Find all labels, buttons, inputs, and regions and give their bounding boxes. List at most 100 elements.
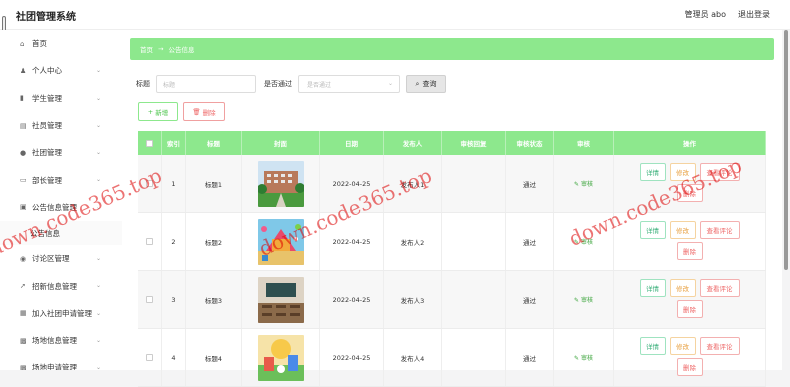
review-link[interactable]: ✎ 审核 — [574, 237, 593, 246]
header-title: 标题 — [186, 131, 242, 155]
ops-line: 删除 — [676, 241, 703, 260]
header-index: 索引 — [162, 131, 186, 155]
sidebar-subitem[interactable]: 公告信息 — [0, 221, 122, 246]
review-link[interactable]: ✎ 审核 — [574, 295, 593, 304]
home-icon: ⌂ — [20, 39, 25, 48]
edit-button[interactable]: 修改 — [669, 162, 696, 181]
pencil-icon: ✎ — [574, 239, 580, 246]
batch-delete-button[interactable]: 🗑 删除 — [183, 102, 225, 121]
edit-button[interactable]: 修改 — [669, 336, 696, 355]
sidebar-item-label: 部长管理 — [32, 175, 62, 185]
row-checkbox[interactable] — [146, 180, 153, 187]
sidebar-item[interactable]: ▤ 社员管理 ⌄ — [0, 112, 122, 139]
row-checkbox-cell[interactable] — [138, 329, 162, 386]
chevron-down-icon: ⌄ — [96, 282, 102, 290]
add-button[interactable]: + 新增 — [138, 102, 178, 121]
notice-table: 索引 标题 封面 日期 发布人 审核回复 审核状态 审核 操作 1 标题1 2022… — [138, 131, 766, 387]
delete-button[interactable]: 删除 — [676, 299, 703, 318]
select-all-checkbox[interactable] — [146, 139, 153, 147]
view-comments-button[interactable]: 查看评论 — [699, 162, 740, 181]
row-checkbox-cell[interactable] — [138, 271, 162, 328]
pencil-icon: ✎ — [574, 297, 580, 304]
detail-button[interactable]: 详情 — [639, 162, 666, 181]
top-bar: 社团管理系统 管理员 abo 退出登录 — [0, 0, 790, 30]
passed-select[interactable]: 是否通过 ⌄ — [298, 75, 400, 93]
sidebar-item[interactable]: ◉ 讨论区管理 ⌄ — [0, 245, 122, 272]
folder-icon: ▭ — [20, 176, 27, 185]
sidebar-item[interactable]: ♟ 个人中心 ⌄ — [0, 57, 122, 84]
row-review-status: 通过 — [506, 155, 554, 212]
table-row: 1 标题1 2022-04-25 发布人1 通过 ✎ 审核 详情 修改 查看评论 删除 — [138, 155, 766, 213]
sidebar-item[interactable]: ▩ 场地信息管理 ⌄ — [0, 327, 122, 354]
right-scrollbar[interactable] — [784, 30, 788, 270]
ops-line: 详情 修改 查看评论 — [639, 278, 740, 297]
detail-button[interactable]: 详情 — [639, 220, 666, 239]
pencil-icon: ✎ — [574, 181, 580, 188]
main-content: 首页 → 公告信息 标题 标题 是否通过 是否通过 ⌄ ⌕ 查询 + 新增 🗑 … — [0, 30, 782, 387]
chevron-down-icon: ⌄ — [96, 364, 102, 370]
row-operations: 详情 修改 查看评论删除 — [614, 155, 766, 212]
edit-button[interactable]: 修改 — [669, 278, 696, 297]
chevron-down-icon: ⌄ — [96, 255, 102, 263]
review-link[interactable]: ✎ 审核 — [574, 179, 593, 188]
sidebar-item[interactable]: ⌂ 首页 — [0, 30, 122, 57]
sidebar: ⌂ 首页 ♟ 个人中心 ⌄ ▮ 学生管理 ⌄ ▤ 社员管理 ⌄ ● 社团管理 ⌄ ▭ 部长管理 ⌄ ▣ 公告信息管理… — [0, 30, 122, 370]
search-icon: ⌕ — [415, 79, 420, 88]
sidebar-item[interactable]: ● 社团管理 ⌄ — [0, 139, 122, 166]
ops-line: 删除 — [676, 183, 703, 202]
title-input[interactable]: 标题 — [156, 75, 256, 93]
row-review-reply — [442, 213, 506, 270]
sidebar-item[interactable]: ▣ 公告信息管理 ⌄ — [0, 194, 122, 221]
row-index: 1 — [162, 155, 186, 212]
review-link[interactable]: ✎ 审核 — [574, 353, 593, 362]
row-checkbox[interactable] — [146, 354, 153, 361]
delete-button[interactable]: 删除 — [676, 241, 703, 260]
row-publisher: 发布人3 — [384, 271, 442, 328]
row-checkbox[interactable] — [146, 296, 153, 303]
members-icon: ▤ — [20, 121, 27, 130]
sidebar-item[interactable]: ▭ 部长管理 ⌄ — [0, 166, 122, 193]
sidebar-item[interactable]: ▮ 学生管理 ⌄ — [0, 85, 122, 112]
delete-button[interactable]: 删除 — [676, 357, 703, 376]
row-operations: 详情 修改 查看评论 删除 — [614, 271, 766, 328]
chevron-down-icon: ⌄ — [387, 80, 393, 87]
sidebar-item[interactable]: ▦ 加入社团申请管理 ⌄ — [0, 300, 122, 327]
logout-link[interactable]: 退出登录 — [738, 9, 770, 20]
row-checkbox-cell[interactable] — [138, 213, 162, 270]
discuss-icon: ◉ — [20, 254, 27, 263]
plus-icon: + — [147, 107, 154, 116]
row-checkbox-cell[interactable] — [138, 155, 162, 212]
chevron-down-icon: ⌄ — [96, 94, 102, 102]
row-title: 标题1 — [186, 155, 242, 212]
detail-button[interactable]: 详情 — [639, 336, 666, 355]
delete-button[interactable]: 删除 — [676, 183, 703, 202]
row-review-reply — [442, 329, 506, 386]
row-cover-cell — [242, 213, 320, 270]
passed-select-placeholder: 是否通过 — [307, 81, 332, 89]
header-checkbox-cell[interactable] — [138, 131, 162, 155]
send-icon: ➚ — [20, 282, 26, 291]
edit-button[interactable]: 修改 — [669, 220, 696, 239]
sidebar-item[interactable]: ▩ 场地申请管理 ⌄ — [0, 354, 122, 370]
view-comments-button[interactable]: 查看评论 — [699, 336, 740, 355]
header-review: 审核 — [554, 131, 614, 155]
sidebar-item-label: 场地申请管理 — [32, 363, 77, 370]
action-row: + 新增 🗑 删除 — [138, 102, 225, 121]
view-comments-button[interactable]: 查看评论 — [699, 278, 740, 297]
sidebar-item[interactable]: ➚ 招新信息管理 ⌄ — [0, 272, 122, 299]
view-comments-button[interactable]: 查看评论 — [699, 220, 740, 239]
row-operations: 详情 修改 查看评论删除 — [614, 329, 766, 386]
row-checkbox[interactable] — [146, 238, 153, 245]
detail-button[interactable]: 详情 — [639, 278, 666, 297]
breadcrumb-home[interactable]: 首页 — [140, 44, 153, 54]
row-title: 标题2 — [186, 213, 242, 270]
header-date: 日期 — [320, 131, 384, 155]
row-publisher: 发布人1 — [384, 155, 442, 212]
pin-icon: ● — [20, 148, 27, 157]
pencil-icon: ✎ — [574, 355, 580, 362]
row-index: 3 — [162, 271, 186, 328]
review-link-label: 审核 — [580, 239, 593, 246]
row-review-status: 通过 — [506, 213, 554, 270]
query-button[interactable]: ⌕ 查询 — [406, 75, 446, 93]
ops-line: 删除 — [676, 357, 703, 376]
